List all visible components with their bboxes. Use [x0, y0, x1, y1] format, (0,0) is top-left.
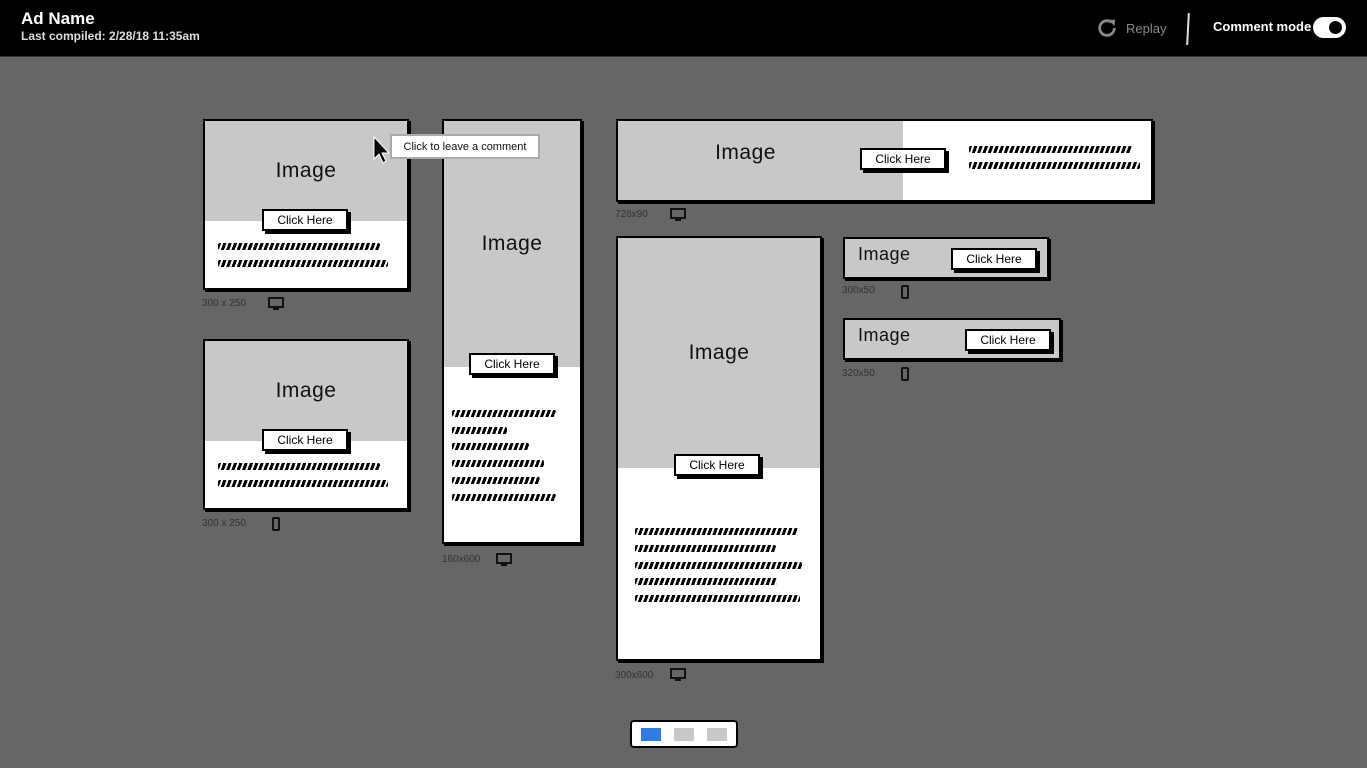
click-here-button[interactable]: Click Here: [860, 148, 946, 170]
image-label: Image: [275, 379, 337, 402]
body-text: [635, 578, 777, 585]
body-text: [969, 162, 1140, 169]
page-2-button[interactable]: [674, 727, 694, 741]
desktop-icon: [670, 668, 686, 681]
desktop-icon: [268, 297, 284, 310]
ad-300x250-mobile[interactable]: Image Click Here: [203, 339, 409, 510]
image-label: Image: [275, 159, 337, 182]
body-text: [452, 443, 529, 450]
body-text: [452, 427, 507, 434]
page-selector: [630, 720, 738, 748]
page-3-button[interactable]: [707, 727, 727, 741]
desktop-icon: [670, 208, 686, 221]
ad-name-title: Ad Name: [21, 9, 95, 28]
click-here-button[interactable]: Click Here: [262, 209, 348, 231]
body-text: [452, 494, 556, 501]
replay-label: Replay: [1126, 20, 1167, 36]
desktop-icon: [496, 553, 512, 566]
image-placeholder: Image: [205, 341, 407, 441]
size-label: 320x50: [842, 368, 875, 379]
body-text: [635, 528, 798, 535]
mobile-icon: [272, 517, 280, 531]
mobile-icon: [901, 367, 909, 381]
page-1-button[interactable]: [641, 727, 661, 741]
size-label: 160x600: [442, 554, 481, 565]
click-here-button[interactable]: Click Here: [262, 429, 348, 451]
click-here-button[interactable]: Click Here: [469, 353, 555, 375]
size-label: 300x50: [842, 285, 875, 296]
last-compiled-text: Last compiled: 2/28/18 11:35am: [21, 29, 200, 43]
size-label: 300 x 250: [202, 518, 246, 529]
top-bar: Ad Name Last compiled: 2/28/18 11:35am R…: [0, 0, 1367, 57]
replay-icon: [1098, 19, 1116, 37]
comment-mode-label: Comment mode: [1213, 19, 1312, 34]
image-label: Image: [858, 244, 911, 264]
size-label: 300x600: [615, 670, 654, 681]
ad-300x50[interactable]: Image Click Here: [843, 237, 1049, 279]
ad-320x50[interactable]: Image Click Here: [843, 318, 1061, 360]
image-label: Image: [858, 325, 911, 345]
body-text: [218, 260, 388, 267]
comment-mode-toggle[interactable]: [1313, 17, 1346, 38]
toggle-knob: [1327, 19, 1344, 36]
image-label: Image: [481, 232, 543, 255]
replay-button[interactable]: Replay: [1096, 16, 1166, 40]
body-text: [452, 477, 540, 484]
image-label: Image: [715, 140, 776, 164]
body-text: [635, 562, 802, 569]
body-text: [635, 545, 776, 552]
body-text: [969, 146, 1132, 153]
body-text: [452, 460, 544, 467]
body-text: [218, 480, 388, 487]
comment-tooltip: Click to leave a comment: [390, 134, 540, 159]
ad-728x90[interactable]: Image Click Here: [616, 119, 1153, 202]
mouse-cursor-icon: [373, 136, 391, 164]
body-text: [635, 595, 800, 602]
image-placeholder: Image: [618, 238, 820, 468]
click-here-button[interactable]: Click Here: [965, 329, 1051, 351]
image-label: Image: [688, 341, 750, 364]
header-divider: [1186, 12, 1190, 46]
click-here-button[interactable]: Click Here: [951, 248, 1037, 270]
body-text: [452, 410, 556, 417]
mobile-icon: [901, 285, 909, 299]
size-label: 728x90: [615, 209, 648, 220]
click-here-button[interactable]: Click Here: [674, 454, 760, 476]
ad-300x600[interactable]: Image Click Here: [616, 236, 822, 661]
ad-160x600[interactable]: Image Click Here: [442, 119, 582, 544]
body-text: [218, 463, 380, 470]
size-label: 300 x 250: [202, 298, 246, 309]
body-text: [218, 243, 380, 250]
